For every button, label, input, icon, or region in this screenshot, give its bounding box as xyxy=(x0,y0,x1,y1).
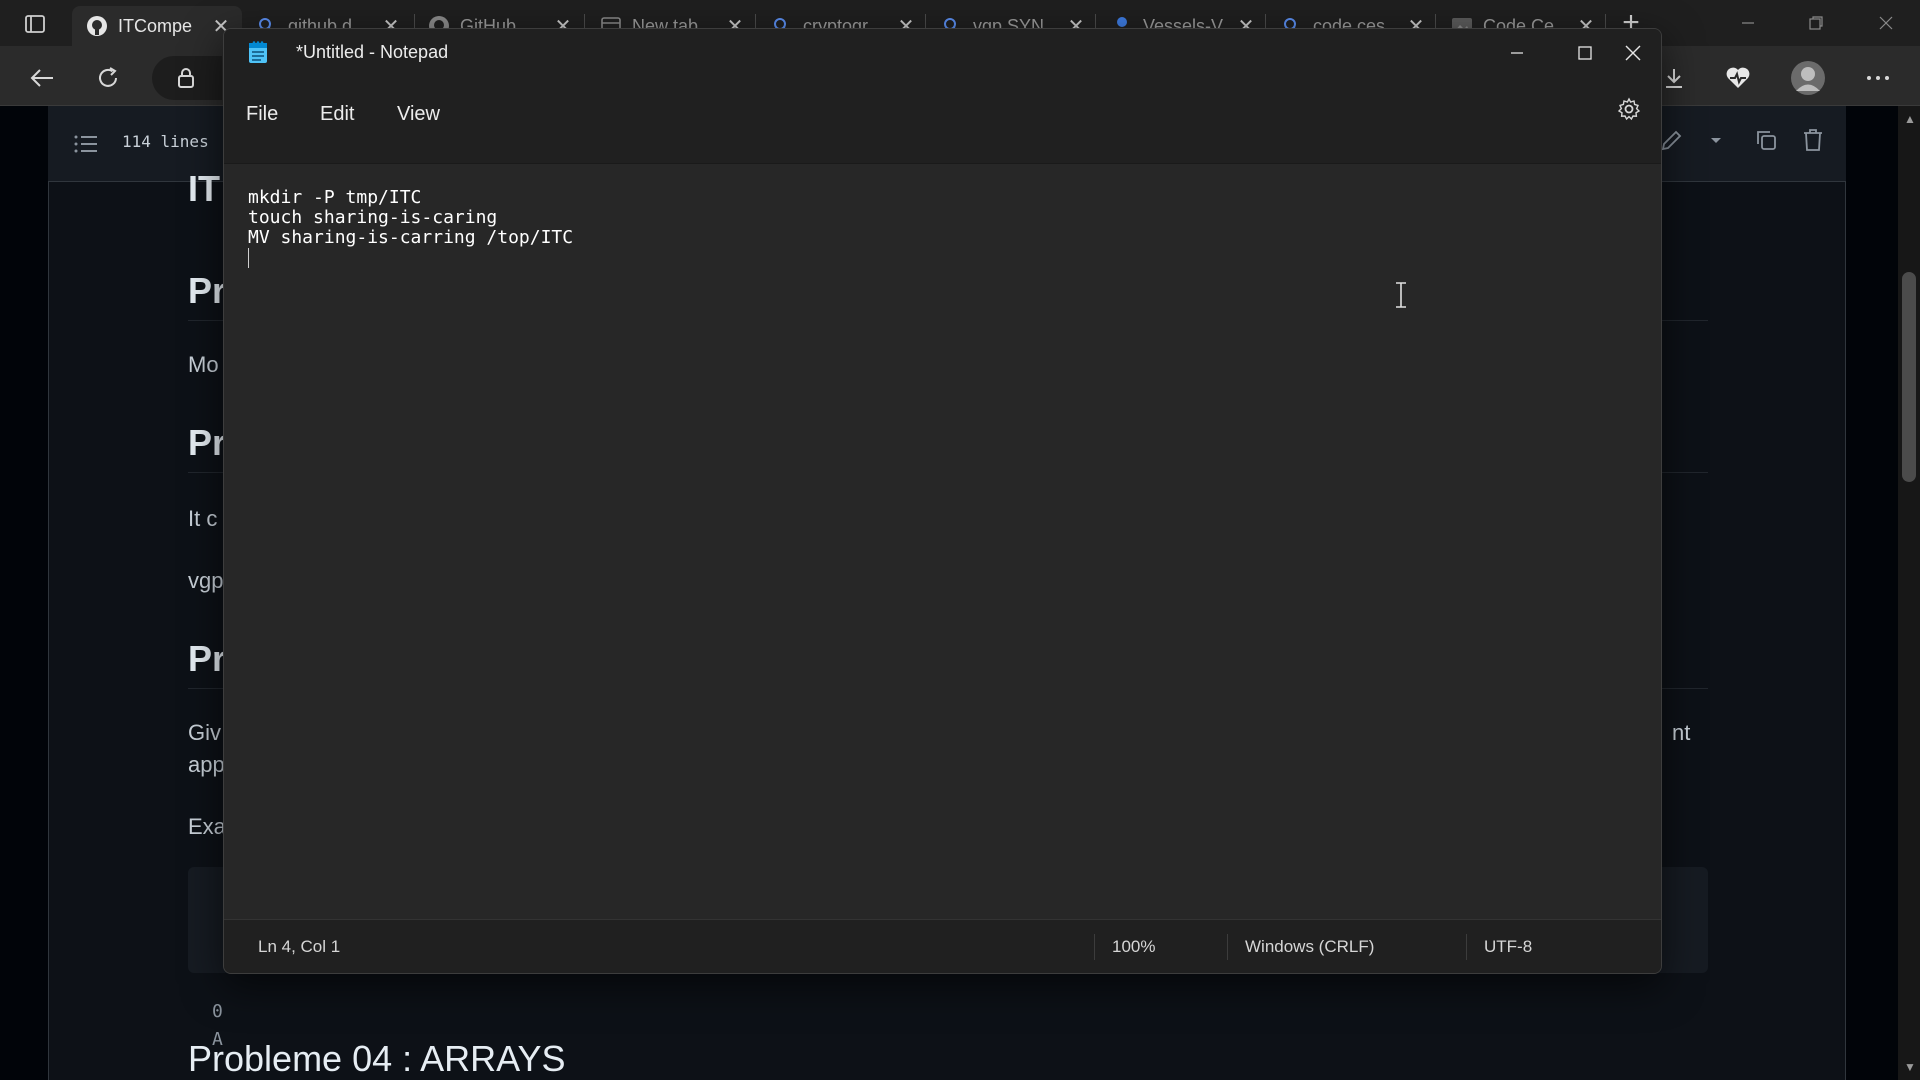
settings-more-button[interactable] xyxy=(1858,58,1898,98)
refresh-button[interactable] xyxy=(88,58,128,98)
chevron-down-icon[interactable] xyxy=(1708,132,1724,153)
browser-restore-button[interactable] xyxy=(1788,6,1844,40)
notepad-title: *Untitled - Notepad xyxy=(296,42,449,62)
scroll-down-icon[interactable]: ▼ xyxy=(1904,1060,1916,1074)
paragraph: It c xyxy=(188,506,218,531)
refresh-icon xyxy=(99,67,117,87)
heading-probleme-04: Probleme 04 : ARRAYS xyxy=(188,1038,566,1079)
minimize-icon xyxy=(1742,22,1754,24)
site-info-button[interactable] xyxy=(152,56,222,100)
close-icon xyxy=(1879,16,1893,30)
restore-icon xyxy=(1809,16,1823,30)
close-icon xyxy=(1625,45,1641,61)
text-line: MV sharing-is-carring /top/ITC xyxy=(248,227,574,248)
notepad-status-bar: Ln 4, Col 1 100% Windows (CRLF) UTF-8 xyxy=(224,919,1661,973)
notepad-settings-button[interactable] xyxy=(1617,97,1641,126)
edit-pencil-icon[interactable] xyxy=(1660,128,1684,157)
notepad-app-icon xyxy=(248,40,268,64)
tab-itcompe[interactable]: ITCompe ✕ xyxy=(72,6,242,46)
ibeam-cursor-icon xyxy=(1394,282,1408,313)
notepad-title-bar[interactable]: *Untitled - Notepad xyxy=(224,29,1661,75)
heading: Pr xyxy=(188,270,227,311)
download-icon xyxy=(1666,69,1682,88)
notepad-close-button[interactable] xyxy=(1604,33,1661,73)
paragraph: app xyxy=(188,752,225,777)
gear-icon xyxy=(1617,97,1641,121)
cursor-position: Ln 4, Col 1 xyxy=(258,937,341,956)
menu-edit[interactable]: Edit xyxy=(320,103,354,126)
code-line: 0 xyxy=(212,1001,223,1022)
github-icon xyxy=(86,15,108,37)
more-icon xyxy=(1867,76,1889,80)
tab-actions-icon xyxy=(25,15,45,33)
line-ending: Windows (CRLF) xyxy=(1245,937,1375,956)
heading: IT xyxy=(188,168,220,209)
minimize-icon xyxy=(1511,52,1523,54)
page-scrollbar[interactable]: ▲ ▼ xyxy=(1898,106,1920,1080)
heart-pulse-icon xyxy=(1726,67,1750,88)
trash-icon[interactable] xyxy=(1802,128,1824,157)
line-count: 114 lines xyxy=(122,132,209,151)
scroll-up-icon[interactable]: ▲ xyxy=(1904,112,1916,126)
copy-icon[interactable] xyxy=(1754,128,1778,157)
heading: Pr xyxy=(188,638,227,679)
tab-actions-button[interactable] xyxy=(14,10,56,38)
notepad-window: *Untitled - Notepad File Edit View mkdir… xyxy=(223,28,1662,974)
back-arrow-icon xyxy=(30,69,53,87)
browser-close-button[interactable] xyxy=(1858,6,1914,40)
outline-list-icon[interactable] xyxy=(74,134,98,159)
paragraph: Mo xyxy=(188,352,219,377)
encoding: UTF-8 xyxy=(1484,937,1533,956)
notepad-text-area[interactable]: mkdir -P tmp/ITC touch sharing-is-caring… xyxy=(224,163,1661,951)
paragraph: Exa xyxy=(188,814,226,839)
menu-file[interactable]: File xyxy=(246,103,278,126)
tab-title: ITCompe xyxy=(118,15,193,36)
browser-minimize-button[interactable] xyxy=(1720,6,1776,40)
paragraph: Giv xyxy=(188,720,221,745)
text-caret xyxy=(248,248,249,268)
paragraph: vgp xyxy=(188,568,224,593)
notepad-minimize-button[interactable] xyxy=(1488,33,1546,73)
zoom-level: 100% xyxy=(1112,937,1156,956)
back-button[interactable] xyxy=(22,58,62,98)
notepad-menu-bar: File Edit View xyxy=(224,75,1661,163)
menu-view[interactable]: View xyxy=(397,103,440,126)
lock-icon xyxy=(178,68,194,88)
maximize-icon xyxy=(1578,46,1592,60)
heading: Pr xyxy=(188,422,227,463)
scrollbar-thumb[interactable] xyxy=(1902,272,1916,482)
profile-button[interactable] xyxy=(1788,58,1828,98)
paragraph: nt xyxy=(1672,720,1691,745)
text-line: touch sharing-is-caring xyxy=(248,207,498,228)
text-line: mkdir -P tmp/ITC xyxy=(248,187,422,208)
browser-essentials-button[interactable] xyxy=(1718,58,1758,98)
avatar xyxy=(1791,61,1825,95)
